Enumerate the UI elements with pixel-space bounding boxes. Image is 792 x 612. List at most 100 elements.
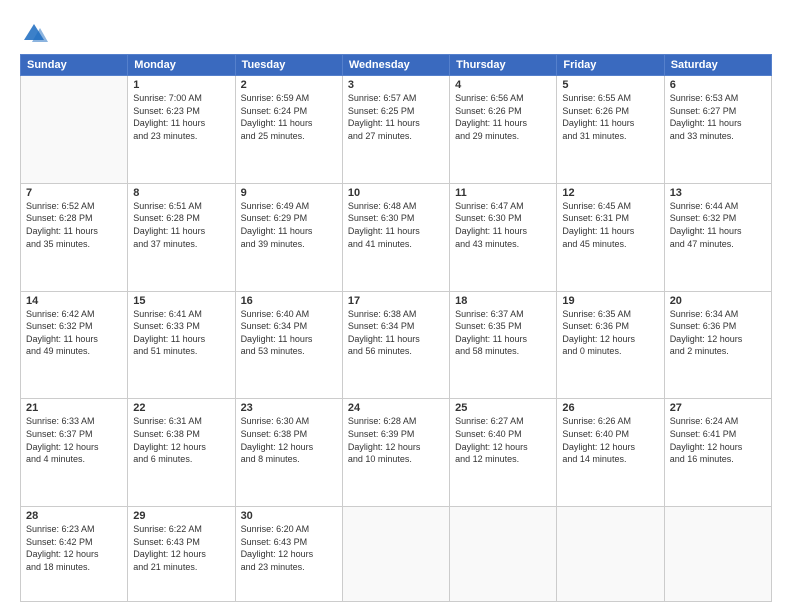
day-number: 9 xyxy=(241,187,337,199)
day-detail: Sunrise: 6:33 AM Sunset: 6:37 PM Dayligh… xyxy=(26,415,122,465)
day-number: 4 xyxy=(455,79,551,91)
logo xyxy=(20,20,52,48)
calendar-cell: 27Sunrise: 6:24 AM Sunset: 6:41 PM Dayli… xyxy=(664,399,771,507)
day-detail: Sunrise: 6:34 AM Sunset: 6:36 PM Dayligh… xyxy=(670,308,766,358)
calendar-cell: 13Sunrise: 6:44 AM Sunset: 6:32 PM Dayli… xyxy=(664,183,771,291)
weekday-header-tuesday: Tuesday xyxy=(235,55,342,76)
day-number: 1 xyxy=(133,79,229,91)
calendar-table: SundayMondayTuesdayWednesdayThursdayFrid… xyxy=(20,54,772,602)
calendar-cell: 8Sunrise: 6:51 AM Sunset: 6:28 PM Daylig… xyxy=(128,183,235,291)
day-number: 20 xyxy=(670,295,766,307)
day-detail: Sunrise: 6:30 AM Sunset: 6:38 PM Dayligh… xyxy=(241,415,337,465)
calendar-cell xyxy=(21,76,128,184)
day-number: 22 xyxy=(133,402,229,414)
day-detail: Sunrise: 6:22 AM Sunset: 6:43 PM Dayligh… xyxy=(133,523,229,573)
calendar-cell: 3Sunrise: 6:57 AM Sunset: 6:25 PM Daylig… xyxy=(342,76,449,184)
day-number: 26 xyxy=(562,402,658,414)
day-detail: Sunrise: 6:55 AM Sunset: 6:26 PM Dayligh… xyxy=(562,92,658,142)
weekday-header-sunday: Sunday xyxy=(21,55,128,76)
day-number: 24 xyxy=(348,402,444,414)
calendar-cell: 23Sunrise: 6:30 AM Sunset: 6:38 PM Dayli… xyxy=(235,399,342,507)
day-detail: Sunrise: 6:38 AM Sunset: 6:34 PM Dayligh… xyxy=(348,308,444,358)
day-number: 12 xyxy=(562,187,658,199)
calendar-cell: 20Sunrise: 6:34 AM Sunset: 6:36 PM Dayli… xyxy=(664,291,771,399)
day-number: 29 xyxy=(133,510,229,522)
day-number: 11 xyxy=(455,187,551,199)
day-number: 19 xyxy=(562,295,658,307)
calendar-cell: 25Sunrise: 6:27 AM Sunset: 6:40 PM Dayli… xyxy=(450,399,557,507)
calendar-cell: 6Sunrise: 6:53 AM Sunset: 6:27 PM Daylig… xyxy=(664,76,771,184)
day-detail: Sunrise: 6:48 AM Sunset: 6:30 PM Dayligh… xyxy=(348,200,444,250)
day-detail: Sunrise: 6:27 AM Sunset: 6:40 PM Dayligh… xyxy=(455,415,551,465)
calendar-cell: 5Sunrise: 6:55 AM Sunset: 6:26 PM Daylig… xyxy=(557,76,664,184)
day-detail: Sunrise: 6:42 AM Sunset: 6:32 PM Dayligh… xyxy=(26,308,122,358)
calendar-cell: 21Sunrise: 6:33 AM Sunset: 6:37 PM Dayli… xyxy=(21,399,128,507)
day-detail: Sunrise: 6:35 AM Sunset: 6:36 PM Dayligh… xyxy=(562,308,658,358)
day-detail: Sunrise: 6:56 AM Sunset: 6:26 PM Dayligh… xyxy=(455,92,551,142)
calendar-cell: 9Sunrise: 6:49 AM Sunset: 6:29 PM Daylig… xyxy=(235,183,342,291)
day-number: 3 xyxy=(348,79,444,91)
day-detail: Sunrise: 6:41 AM Sunset: 6:33 PM Dayligh… xyxy=(133,308,229,358)
day-number: 5 xyxy=(562,79,658,91)
day-detail: Sunrise: 6:37 AM Sunset: 6:35 PM Dayligh… xyxy=(455,308,551,358)
day-number: 7 xyxy=(26,187,122,199)
day-number: 21 xyxy=(26,402,122,414)
day-detail: Sunrise: 6:28 AM Sunset: 6:39 PM Dayligh… xyxy=(348,415,444,465)
day-number: 10 xyxy=(348,187,444,199)
calendar-cell xyxy=(342,507,449,602)
day-detail: Sunrise: 6:23 AM Sunset: 6:42 PM Dayligh… xyxy=(26,523,122,573)
calendar-cell: 11Sunrise: 6:47 AM Sunset: 6:30 PM Dayli… xyxy=(450,183,557,291)
day-detail: Sunrise: 6:57 AM Sunset: 6:25 PM Dayligh… xyxy=(348,92,444,142)
day-detail: Sunrise: 6:24 AM Sunset: 6:41 PM Dayligh… xyxy=(670,415,766,465)
calendar-cell: 16Sunrise: 6:40 AM Sunset: 6:34 PM Dayli… xyxy=(235,291,342,399)
day-detail: Sunrise: 6:44 AM Sunset: 6:32 PM Dayligh… xyxy=(670,200,766,250)
week-row-4: 21Sunrise: 6:33 AM Sunset: 6:37 PM Dayli… xyxy=(21,399,772,507)
day-number: 28 xyxy=(26,510,122,522)
day-detail: Sunrise: 6:59 AM Sunset: 6:24 PM Dayligh… xyxy=(241,92,337,142)
page: SundayMondayTuesdayWednesdayThursdayFrid… xyxy=(0,0,792,612)
weekday-header-monday: Monday xyxy=(128,55,235,76)
weekday-header-saturday: Saturday xyxy=(664,55,771,76)
day-detail: Sunrise: 6:20 AM Sunset: 6:43 PM Dayligh… xyxy=(241,523,337,573)
logo-icon xyxy=(20,20,48,48)
calendar-cell: 17Sunrise: 6:38 AM Sunset: 6:34 PM Dayli… xyxy=(342,291,449,399)
week-row-1: 1Sunrise: 7:00 AM Sunset: 6:23 PM Daylig… xyxy=(21,76,772,184)
day-detail: Sunrise: 6:40 AM Sunset: 6:34 PM Dayligh… xyxy=(241,308,337,358)
week-row-2: 7Sunrise: 6:52 AM Sunset: 6:28 PM Daylig… xyxy=(21,183,772,291)
day-number: 8 xyxy=(133,187,229,199)
day-number: 14 xyxy=(26,295,122,307)
weekday-header-wednesday: Wednesday xyxy=(342,55,449,76)
weekday-header-friday: Friday xyxy=(557,55,664,76)
calendar-cell: 22Sunrise: 6:31 AM Sunset: 6:38 PM Dayli… xyxy=(128,399,235,507)
calendar-cell: 28Sunrise: 6:23 AM Sunset: 6:42 PM Dayli… xyxy=(21,507,128,602)
weekday-header-row: SundayMondayTuesdayWednesdayThursdayFrid… xyxy=(21,55,772,76)
day-number: 27 xyxy=(670,402,766,414)
day-number: 6 xyxy=(670,79,766,91)
day-detail: Sunrise: 6:31 AM Sunset: 6:38 PM Dayligh… xyxy=(133,415,229,465)
day-detail: Sunrise: 6:47 AM Sunset: 6:30 PM Dayligh… xyxy=(455,200,551,250)
calendar-cell: 29Sunrise: 6:22 AM Sunset: 6:43 PM Dayli… xyxy=(128,507,235,602)
calendar-cell: 18Sunrise: 6:37 AM Sunset: 6:35 PM Dayli… xyxy=(450,291,557,399)
calendar-cell: 14Sunrise: 6:42 AM Sunset: 6:32 PM Dayli… xyxy=(21,291,128,399)
day-detail: Sunrise: 6:52 AM Sunset: 6:28 PM Dayligh… xyxy=(26,200,122,250)
header xyxy=(20,16,772,48)
day-number: 16 xyxy=(241,295,337,307)
weekday-header-thursday: Thursday xyxy=(450,55,557,76)
calendar-cell: 19Sunrise: 6:35 AM Sunset: 6:36 PM Dayli… xyxy=(557,291,664,399)
calendar-cell: 7Sunrise: 6:52 AM Sunset: 6:28 PM Daylig… xyxy=(21,183,128,291)
day-number: 2 xyxy=(241,79,337,91)
calendar-cell xyxy=(450,507,557,602)
calendar-cell: 4Sunrise: 6:56 AM Sunset: 6:26 PM Daylig… xyxy=(450,76,557,184)
day-number: 30 xyxy=(241,510,337,522)
calendar-cell: 24Sunrise: 6:28 AM Sunset: 6:39 PM Dayli… xyxy=(342,399,449,507)
day-number: 25 xyxy=(455,402,551,414)
day-number: 17 xyxy=(348,295,444,307)
day-detail: Sunrise: 6:49 AM Sunset: 6:29 PM Dayligh… xyxy=(241,200,337,250)
week-row-5: 28Sunrise: 6:23 AM Sunset: 6:42 PM Dayli… xyxy=(21,507,772,602)
calendar-cell: 2Sunrise: 6:59 AM Sunset: 6:24 PM Daylig… xyxy=(235,76,342,184)
day-detail: Sunrise: 6:26 AM Sunset: 6:40 PM Dayligh… xyxy=(562,415,658,465)
calendar-cell xyxy=(557,507,664,602)
day-detail: Sunrise: 6:51 AM Sunset: 6:28 PM Dayligh… xyxy=(133,200,229,250)
day-detail: Sunrise: 6:45 AM Sunset: 6:31 PM Dayligh… xyxy=(562,200,658,250)
day-detail: Sunrise: 7:00 AM Sunset: 6:23 PM Dayligh… xyxy=(133,92,229,142)
